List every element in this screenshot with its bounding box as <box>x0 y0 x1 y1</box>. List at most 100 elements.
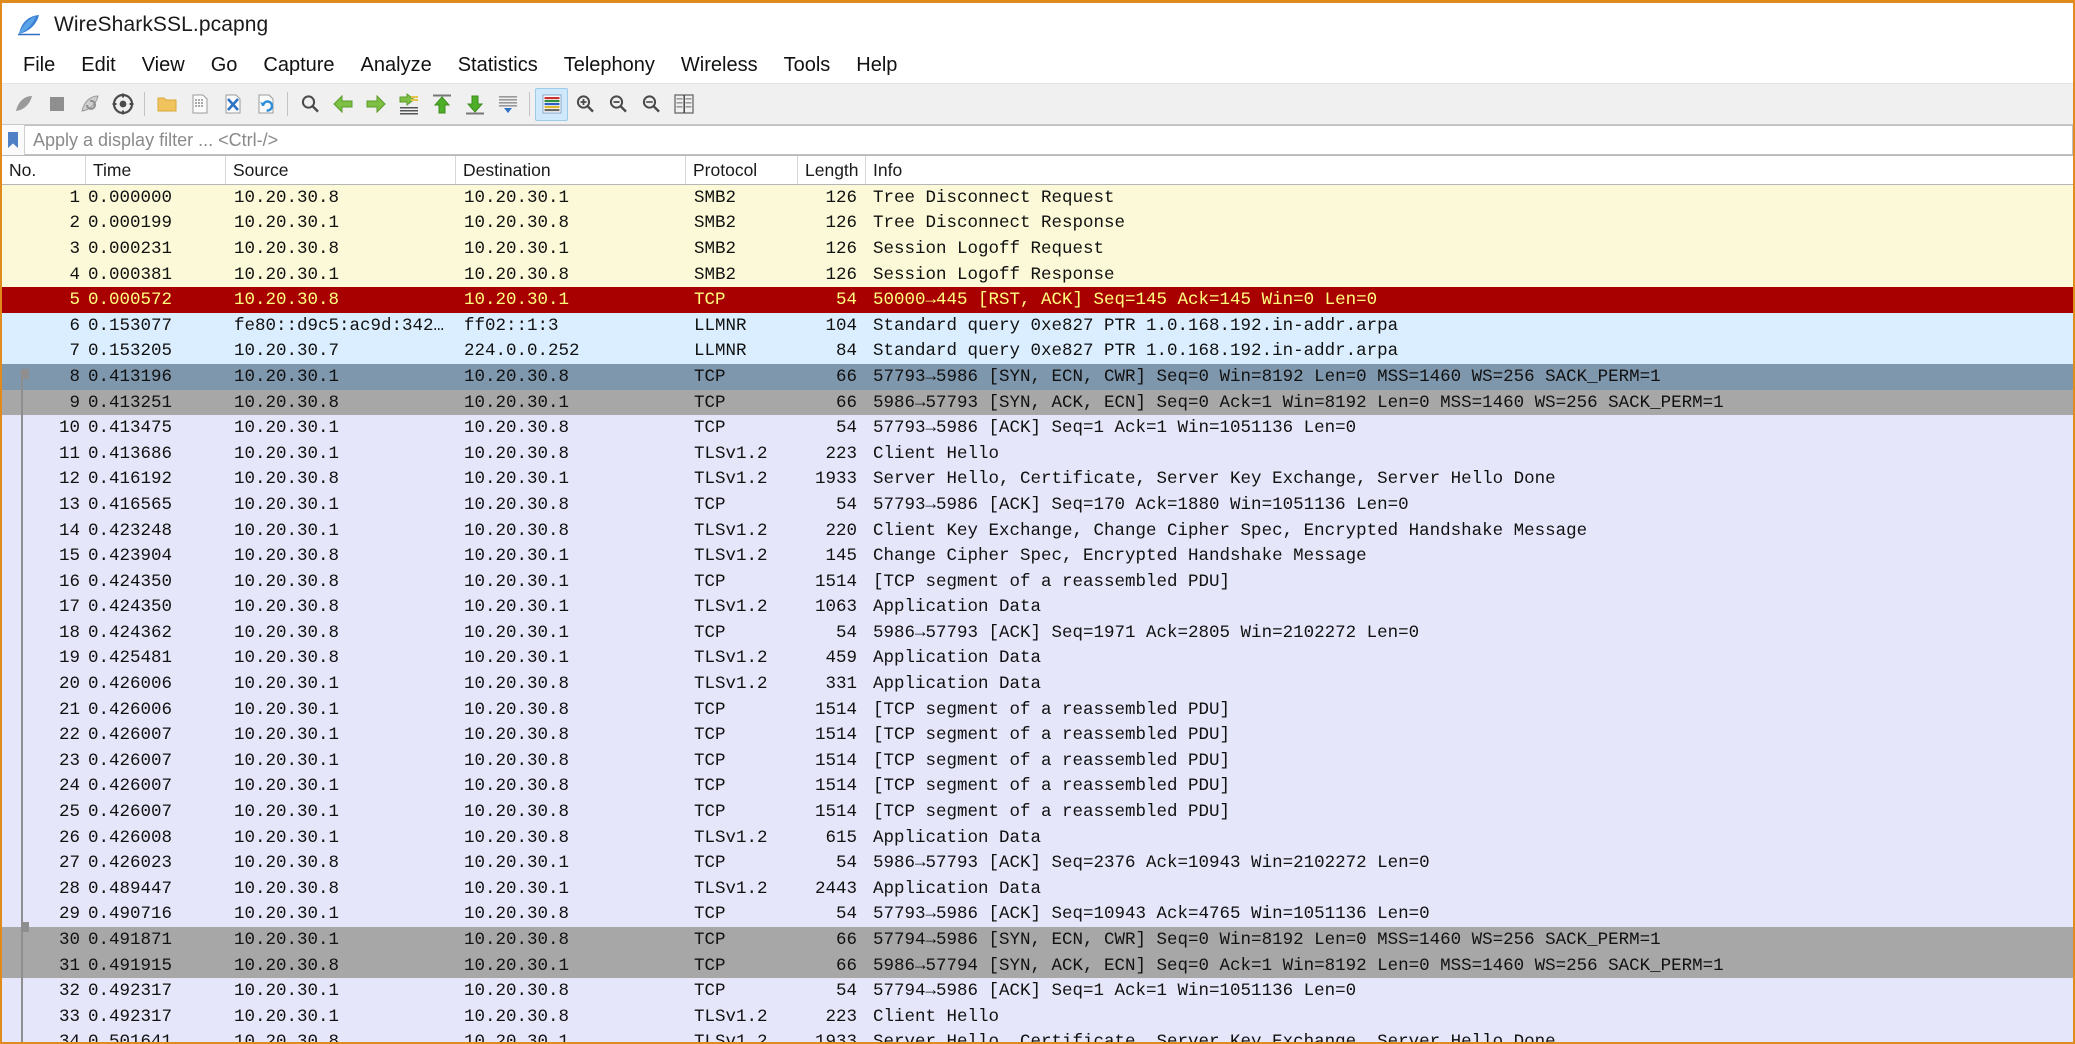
find-packet-icon[interactable] <box>293 88 326 121</box>
cell-dst: 10.20.30.8 <box>464 725 570 746</box>
table-row[interactable]: 24 0.426007 10.20.30.1 10.20.30.8 TCP 1514 [TC… <box>2 773 2073 800</box>
column-header-info[interactable]: Info <box>866 156 2073 184</box>
go-back-icon[interactable] <box>326 88 359 121</box>
table-row[interactable]: 3 0.000231 10.20.30.8 10.20.30.1 SMB2 126 Sess… <box>2 236 2073 262</box>
normal-size-icon[interactable] <box>634 88 667 121</box>
table-row[interactable]: 15 0.423904 10.20.30.8 10.20.30.1 TLSv1.2 145… <box>2 543 2073 569</box>
cell-no: 9 <box>69 392 80 413</box>
menu-item-tools[interactable]: Tools <box>771 52 844 79</box>
cell-src: 10.20.30.8 <box>234 238 340 259</box>
column-header-protocol[interactable]: Protocol <box>686 156 798 184</box>
cell-no: 26 <box>58 827 80 848</box>
cell-no: 34 <box>2 1030 86 1042</box>
stop-capture-icon[interactable] <box>40 88 73 121</box>
cell-dst: 10.20.30.8 <box>464 930 570 951</box>
cell-no: 12 <box>58 469 80 490</box>
column-header-no[interactable]: No. <box>2 156 86 184</box>
reload-file-icon[interactable] <box>249 88 282 121</box>
cell-len: 1063 <box>814 597 857 618</box>
capture-options-icon[interactable] <box>106 88 139 121</box>
close-file-icon[interactable] <box>216 88 249 121</box>
table-row[interactable]: 28 0.489447 10.20.30.8 10.20.30.1 TLSv1.2 244… <box>2 876 2073 902</box>
restart-capture-icon[interactable] <box>73 88 106 121</box>
table-row[interactable]: 20 0.426006 10.20.30.1 10.20.30.8 TLSv1.2 331… <box>2 671 2073 697</box>
table-row[interactable]: 18 0.424362 10.20.30.8 10.20.30.1 TCP 54 5986→… <box>2 620 2073 646</box>
table-row[interactable]: 27 0.426023 10.20.30.8 10.20.30.1 TCP 54 5986→… <box>2 850 2073 877</box>
cell-len: 54 <box>835 853 857 874</box>
menu-item-capture[interactable]: Capture <box>250 52 347 79</box>
table-row[interactable]: 8 0.413196 10.20.30.1 10.20.30.8 TCP 66 57793→… <box>2 364 2073 390</box>
cell-time: 0.416192 <box>88 469 173 490</box>
table-row[interactable]: 26 0.426008 10.20.30.1 10.20.30.8 TLSv1.2 615… <box>2 824 2073 851</box>
save-file-icon[interactable] <box>183 88 216 121</box>
menu-item-telephony[interactable]: Telephony <box>551 52 668 79</box>
toolbar-separator <box>287 92 288 116</box>
cell-len: 66 <box>835 955 857 976</box>
menu-item-go[interactable]: Go <box>198 52 251 79</box>
table-row[interactable]: 4 0.000381 10.20.30.1 10.20.30.8 SMB2 126 Sess… <box>2 261 2073 288</box>
menu-item-analyze[interactable]: Analyze <box>348 52 445 79</box>
table-row[interactable]: 14 0.423248 10.20.30.1 10.20.30.8 TLSv1.2 220… <box>2 517 2073 544</box>
cell-no: 28 <box>58 878 80 899</box>
cell-no: 15 <box>58 546 80 567</box>
menu-item-view[interactable]: View <box>129 52 198 79</box>
table-row[interactable]: 25 0.426007 10.20.30.1 10.20.30.8 TCP 1514 [TC… <box>2 799 2073 825</box>
zoom-in-icon[interactable] <box>568 88 601 121</box>
menu-item-statistics[interactable]: Statistics <box>445 52 551 79</box>
cell-no: 13 <box>58 494 80 515</box>
resize-columns-icon[interactable] <box>667 88 700 121</box>
cell-no: 7 <box>69 341 80 362</box>
cell-time: 0.000572 <box>88 290 173 311</box>
table-row[interactable]: 13 0.416565 10.20.30.1 10.20.30.8 TCP 54 57793… <box>2 492 2073 518</box>
go-to-packet-icon[interactable] <box>392 88 425 121</box>
cell-time: 0.426008 <box>88 827 173 848</box>
go-to-first-packet-icon[interactable] <box>425 88 458 121</box>
colorize-packets-icon[interactable] <box>535 87 568 121</box>
column-header-time[interactable]: Time <box>86 156 226 184</box>
table-row[interactable]: 6 0.153077 fe80::d9c5:ac9d:342… ff02::1:3 LL… <box>2 312 2073 339</box>
cell-dst: 10.20.30.8 <box>464 802 570 823</box>
table-row[interactable]: 2 0.000199 10.20.30.1 10.20.30.8 SMB2 126 Tree… <box>2 210 2073 237</box>
table-row[interactable]: 29 0.490716 10.20.30.1 10.20.30.8 TCP 54 57793… <box>2 901 2073 928</box>
table-row[interactable]: 10 0.413475 10.20.30.1 10.20.30.8 TCP 54 57793… <box>2 415 2073 441</box>
cell-time: 0.492317 <box>88 981 173 1002</box>
cell-len: 1933 <box>798 1030 866 1042</box>
cell-dst: 10.20.30.1 <box>464 955 570 976</box>
table-row[interactable]: 32 0.492317 10.20.30.1 10.20.30.8 TCP 54 57794… <box>2 978 2073 1004</box>
display-filter-input[interactable]: Apply a display filter ... <Ctrl-/> <box>25 125 2073 155</box>
menu-item-edit[interactable]: Edit <box>68 52 128 79</box>
filter-bookmark-icon[interactable] <box>2 125 25 155</box>
display-filter-bar: Apply a display filter ... <Ctrl-/> <box>2 125 2073 156</box>
table-row[interactable]: 19 0.425481 10.20.30.8 10.20.30.1 TLSv1.2 459… <box>2 645 2073 672</box>
open-file-icon[interactable] <box>150 88 183 121</box>
table-row[interactable]: 12 0.416192 10.20.30.8 10.20.30.1 TLSv1.2 193… <box>2 466 2073 493</box>
table-row[interactable]: 33 0.492317 10.20.30.1 10.20.30.8 TLSv1.2 223… <box>2 1004 2073 1030</box>
table-row[interactable]: 30 0.491871 10.20.30.1 10.20.30.8 TCP 66 57794… <box>2 927 2073 953</box>
cell-time: 0.426023 <box>88 853 173 874</box>
table-row[interactable]: 23 0.426007 10.20.30.1 10.20.30.8 TCP 1514 [TC… <box>2 748 2073 774</box>
table-row[interactable]: 9 0.413251 10.20.30.8 10.20.30.1 TCP 66 5986→5… <box>2 389 2073 416</box>
table-row[interactable]: 340.50164110.20.30.810.20.30.1TLSv1.2193… <box>2 1029 2073 1042</box>
table-row[interactable]: 7 0.153205 10.20.30.7 224.0.0.252 LLMNR 84 Sta… <box>2 338 2073 365</box>
table-row[interactable]: 5 0.000572 10.20.30.8 10.20.30.1 TCP 54 50000→… <box>2 287 2073 313</box>
go-forward-icon[interactable] <box>359 88 392 121</box>
go-to-last-packet-icon[interactable] <box>458 88 491 121</box>
table-row[interactable]: 1 0.000000 10.20.30.8 10.20.30.1 SMB2 126 Tree… <box>2 185 2073 211</box>
zoom-out-icon[interactable] <box>601 88 634 121</box>
menu-item-file[interactable]: File <box>10 52 68 79</box>
table-row[interactable]: 22 0.426007 10.20.30.1 10.20.30.8 TCP 1514 [TC… <box>2 722 2073 749</box>
start-capture-icon[interactable] <box>7 88 40 121</box>
menu-item-wireless[interactable]: Wireless <box>668 52 771 79</box>
packet-list-rows[interactable]: 1 0.000000 10.20.30.8 10.20.30.1 SMB2 126 Tree… <box>2 185 2073 1042</box>
column-header-length[interactable]: Length <box>798 156 866 184</box>
table-row[interactable]: 31 0.491915 10.20.30.8 10.20.30.1 TCP 66 5986→… <box>2 952 2073 979</box>
table-row[interactable]: 16 0.424350 10.20.30.8 10.20.30.1 TCP 1514 [TC… <box>2 568 2073 595</box>
table-row[interactable]: 11 0.413686 10.20.30.1 10.20.30.8 TLSv1.2 223… <box>2 440 2073 467</box>
column-header-source[interactable]: Source <box>226 156 456 184</box>
auto-scroll-icon[interactable] <box>491 88 524 121</box>
column-header-destination[interactable]: Destination <box>456 156 686 184</box>
table-row[interactable]: 21 0.426006 10.20.30.1 10.20.30.8 TCP 1514 [TC… <box>2 696 2073 723</box>
table-row[interactable]: 17 0.424350 10.20.30.8 10.20.30.1 TLSv1.2 106… <box>2 594 2073 621</box>
menu-item-help[interactable]: Help <box>843 52 910 79</box>
cell-info: Client Hello <box>873 1006 1000 1027</box>
